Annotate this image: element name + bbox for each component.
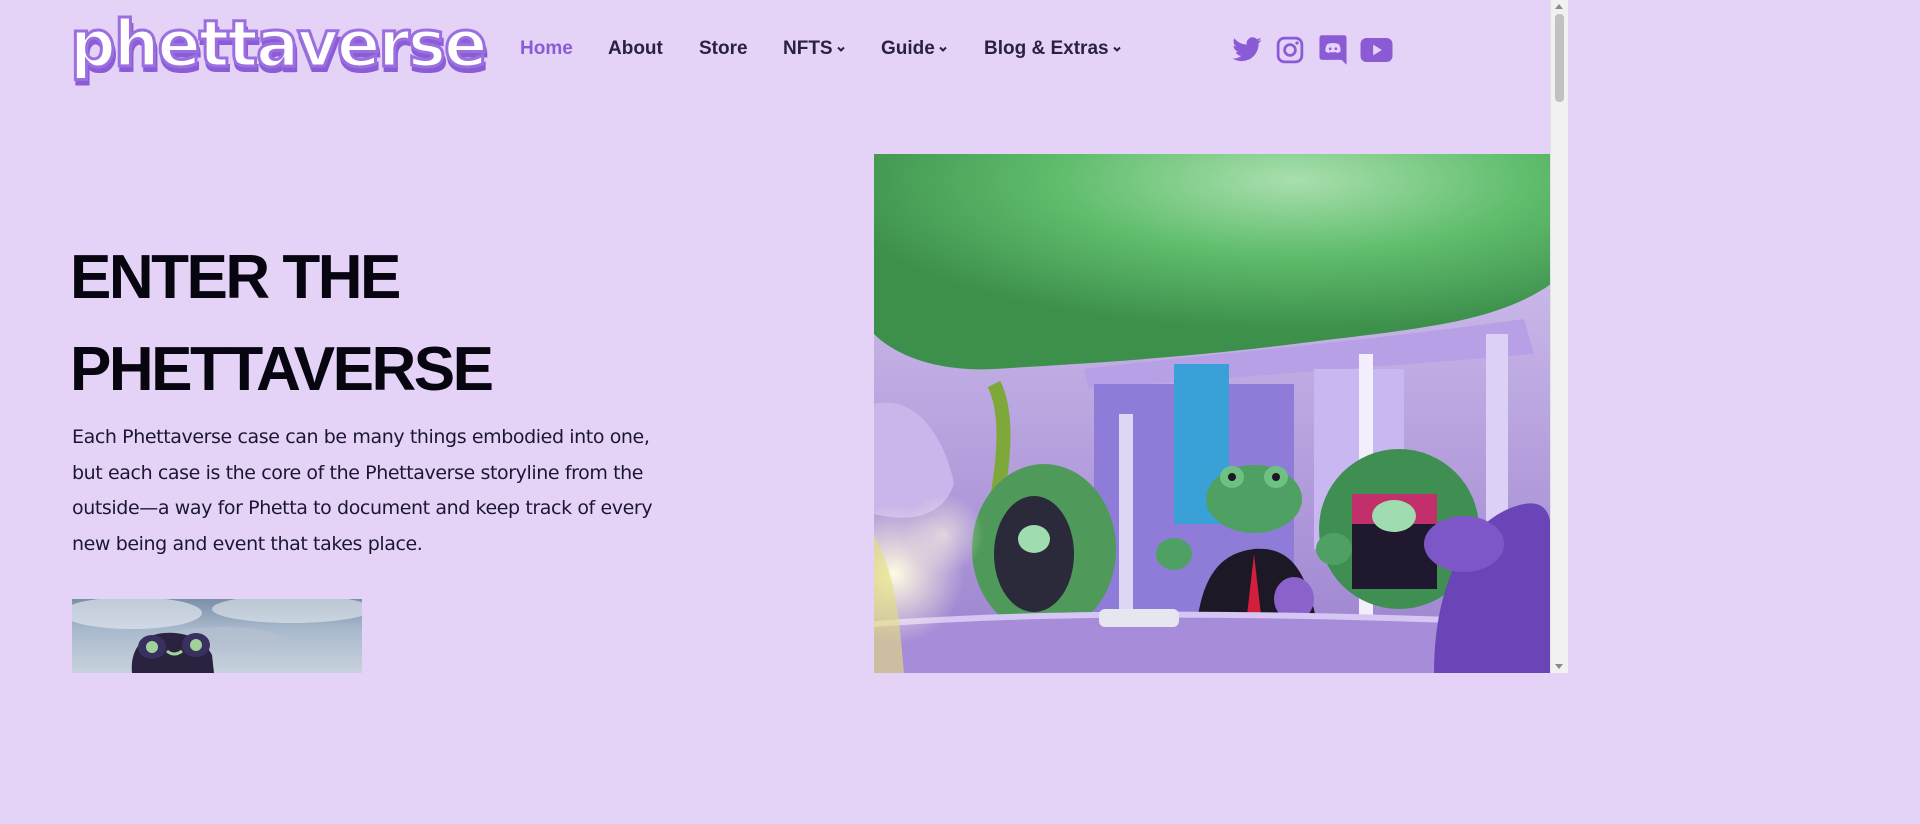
scrollbar-thumb[interactable] bbox=[1555, 14, 1564, 102]
nav-blog-extras-label: Blog & Extras bbox=[984, 38, 1109, 59]
instagram-icon[interactable] bbox=[1275, 34, 1305, 66]
nav-home-label: Home bbox=[520, 38, 573, 59]
page-scrollbar[interactable] bbox=[1550, 0, 1568, 673]
nav-home[interactable]: Home bbox=[520, 38, 573, 60]
logo-text: phettaverse bbox=[68, 8, 488, 82]
youtube-icon[interactable] bbox=[1359, 34, 1394, 66]
nav-about[interactable]: About bbox=[608, 38, 663, 60]
hero-scene-image bbox=[874, 154, 1551, 673]
nav-about-label: About bbox=[608, 38, 663, 59]
discord-icon[interactable] bbox=[1318, 34, 1348, 66]
twitter-icon[interactable] bbox=[1230, 34, 1264, 66]
nav-blog-extras[interactable]: Blog & Extras bbox=[984, 38, 1122, 60]
nav-guide-label: Guide bbox=[881, 38, 935, 59]
nav-store[interactable]: Store bbox=[699, 38, 748, 60]
nav-store-label: Store bbox=[699, 38, 748, 59]
hero-description: Each Phettaverse case can be many things… bbox=[72, 426, 653, 555]
phettaverse-logo[interactable]: phettaverse bbox=[68, 8, 488, 90]
chevron-down-icon bbox=[836, 46, 845, 52]
chevron-down-icon bbox=[939, 46, 947, 52]
scroll-up-arrow-icon[interactable] bbox=[1555, 4, 1563, 9]
character-thumbnail-image bbox=[72, 599, 362, 673]
nav-guide[interactable]: Guide bbox=[881, 38, 948, 60]
hero-title-line-2: PHETTAVERSE bbox=[70, 335, 494, 404]
chevron-down-icon bbox=[1112, 46, 1121, 52]
nav-nfts-label: NFTS bbox=[783, 38, 833, 59]
scroll-down-arrow-icon[interactable] bbox=[1555, 664, 1563, 669]
hero-title: ENTER THE PHETTAVERSE bbox=[70, 232, 494, 416]
hero-title-line-1: ENTER THE bbox=[70, 243, 401, 312]
nav-nfts[interactable]: NFTS bbox=[783, 38, 846, 60]
